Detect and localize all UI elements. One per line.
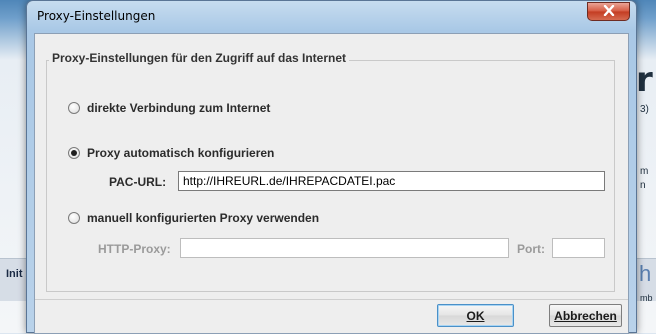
radio-manual-proxy[interactable]: manuell konfigurierten Proxy verwenden xyxy=(68,210,319,226)
close-button[interactable] xyxy=(587,2,630,21)
background-link-fragment: h xyxy=(639,261,652,286)
background-heading-fragment: r xyxy=(636,60,653,100)
radio-button-selected[interactable] xyxy=(68,147,80,159)
radio-label: direkte Verbindung zum Internet xyxy=(87,101,271,115)
background-text-fragment: mb xyxy=(640,293,653,303)
background-label: Init xyxy=(6,268,23,280)
port-label: Port: xyxy=(517,242,545,256)
pac-url-label: PAC-URL: xyxy=(109,175,167,189)
radio-direct-connection[interactable]: direkte Verbindung zum Internet xyxy=(68,100,270,116)
dialog-titlebar[interactable]: Proxy-Einstellungen xyxy=(27,1,636,33)
background-text-fragment: 3) xyxy=(640,104,649,115)
http-proxy-input[interactable] xyxy=(180,238,509,258)
dialog-title: Proxy-Einstellungen xyxy=(37,9,156,23)
button-separator xyxy=(35,299,628,300)
http-proxy-label: HTTP-Proxy: xyxy=(98,242,171,256)
dialog-client-area: Proxy-Einstellungen für den Zugriff auf … xyxy=(34,33,629,334)
radio-button[interactable] xyxy=(68,212,80,224)
radio-label: manuell konfigurierten Proxy verwenden xyxy=(87,211,320,225)
radio-auto-config[interactable]: Proxy automatisch konfigurieren xyxy=(68,145,274,161)
port-input[interactable] xyxy=(552,238,605,258)
ok-button[interactable]: OK xyxy=(437,304,514,327)
radio-button[interactable] xyxy=(68,102,80,114)
pac-url-input[interactable]: http://IHREURL.de/IHREPACDATEI.pac xyxy=(178,171,605,191)
cancel-button[interactable]: Abbrechen xyxy=(549,304,622,327)
radio-label: Proxy automatisch konfigurieren xyxy=(87,146,275,160)
proxy-settings-dialog: Proxy-Einstellungen Proxy-Einstellungen … xyxy=(26,0,637,334)
groupbox-title: Proxy-Einstellungen für den Zugriff auf … xyxy=(49,51,350,65)
close-icon xyxy=(603,3,615,21)
background-text-fragment: m n xyxy=(640,166,649,191)
